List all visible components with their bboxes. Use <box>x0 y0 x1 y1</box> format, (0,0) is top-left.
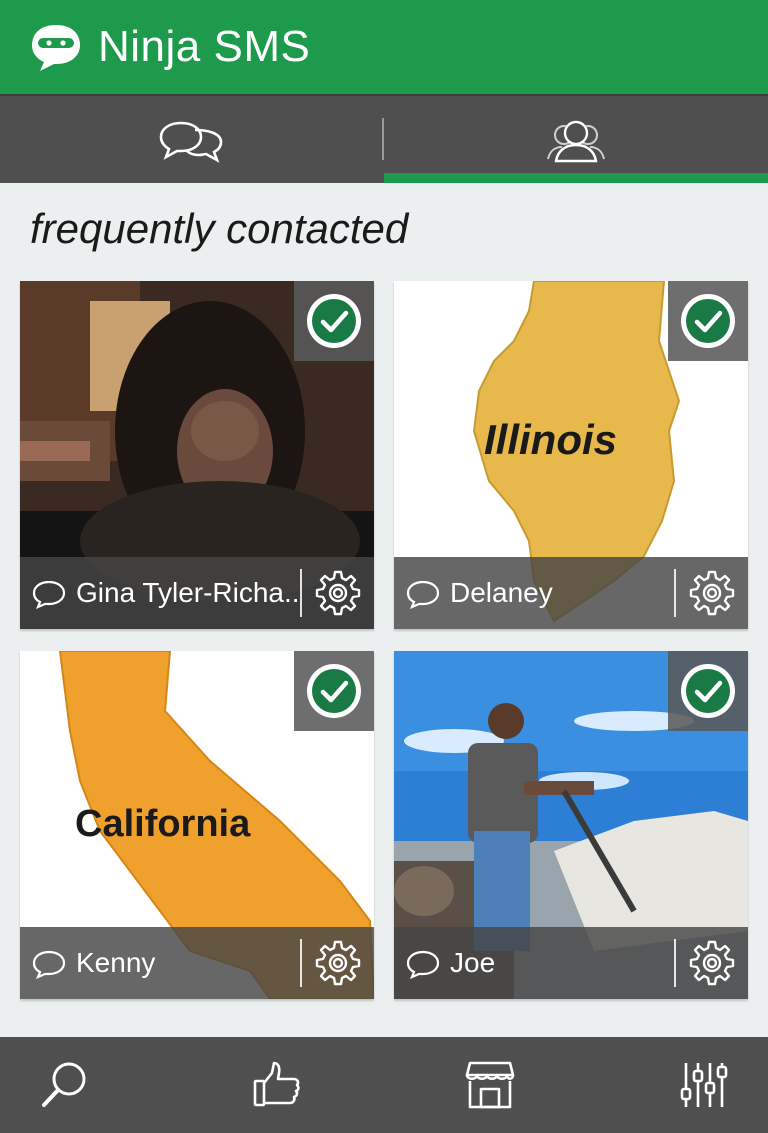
divider <box>674 569 676 617</box>
app-bar: Ninja SMS <box>0 0 768 94</box>
map-label: California <box>75 803 251 845</box>
thumbs-up-icon[interactable] <box>252 1059 304 1111</box>
message-bubble-icon[interactable] <box>406 579 440 609</box>
contact-card[interactable]: Joe <box>394 651 748 999</box>
store-icon[interactable] <box>464 1059 516 1111</box>
selected-check[interactable] <box>294 281 374 361</box>
message-bubble-icon[interactable] <box>406 949 440 979</box>
message-bubble-icon[interactable] <box>32 949 66 979</box>
chat-bubbles-icon <box>159 121 222 163</box>
gear-icon[interactable] <box>688 569 736 617</box>
check-circle-icon <box>307 294 361 348</box>
tab-conversations[interactable] <box>0 96 383 185</box>
contact-bar: Joe <box>394 927 748 999</box>
map-label: Illinois <box>484 416 617 463</box>
bottom-bar <box>0 1037 768 1133</box>
selected-check[interactable] <box>668 281 748 361</box>
contact-name: Gina Tyler-Richa.. <box>76 577 300 608</box>
check-circle-icon <box>681 664 735 718</box>
app-title: Ninja SMS <box>98 22 311 71</box>
check-circle-icon <box>681 294 735 348</box>
tab-selected-indicator <box>384 173 768 183</box>
divider <box>300 939 302 987</box>
contact-card[interactable]: California Kenny <box>20 651 374 999</box>
selected-check[interactable] <box>668 651 748 731</box>
gear-icon[interactable] <box>314 569 362 617</box>
contact-name: Kenny <box>76 947 156 978</box>
divider <box>674 939 676 987</box>
contact-name: Joe <box>450 947 496 978</box>
contacts-icon <box>547 120 605 162</box>
tab-bar <box>0 94 768 183</box>
selected-check[interactable] <box>294 651 374 731</box>
ninja-logo-icon <box>32 25 80 71</box>
contact-name: Delaney <box>450 577 553 608</box>
contact-card[interactable]: Illinois Delaney <box>394 281 748 629</box>
check-circle-icon <box>307 664 361 718</box>
gear-icon[interactable] <box>688 939 736 987</box>
contact-bar: Gina Tyler-Richa.. <box>20 557 374 629</box>
contact-bar: Kenny <box>20 927 374 999</box>
contact-card[interactable]: Gina Tyler-Richa.. <box>20 281 374 629</box>
gear-icon[interactable] <box>314 939 362 987</box>
tab-contacts[interactable] <box>384 96 768 185</box>
sliders-icon[interactable] <box>678 1059 730 1111</box>
section-title: frequently contacted <box>30 205 409 252</box>
contact-bar: Delaney <box>394 557 748 629</box>
message-bubble-icon[interactable] <box>32 579 66 609</box>
search-icon[interactable] <box>38 1059 90 1111</box>
divider <box>300 569 302 617</box>
